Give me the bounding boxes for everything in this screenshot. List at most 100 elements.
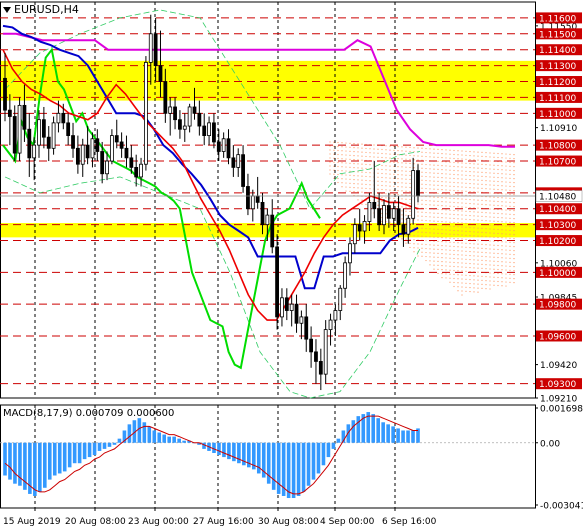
y-tick-label-8: 1.10910	[540, 124, 577, 134]
candle-body	[41, 119, 46, 138]
candle-body	[348, 243, 352, 264]
cloud-dot	[349, 142, 351, 144]
cloud-dot	[513, 254, 515, 256]
cloud-dot	[421, 163, 423, 165]
candle-body	[7, 109, 12, 117]
cloud-dot	[429, 244, 431, 246]
cloud-dot	[433, 152, 435, 154]
cloud-dot	[369, 148, 371, 150]
cloud-dot	[457, 214, 459, 216]
cloud-dot	[505, 249, 507, 251]
cloud-dot	[441, 177, 443, 179]
cloud-dot	[437, 156, 439, 158]
cloud-dot	[417, 235, 419, 237]
cloud-dot	[425, 147, 427, 150]
cloud-dot	[341, 142, 343, 144]
cloud-dot	[501, 201, 503, 203]
cloud-dot	[493, 268, 495, 270]
macd-bar	[326, 442, 331, 458]
cloud-dot	[429, 220, 431, 222]
candle-body	[71, 135, 75, 149]
cloud-dot	[389, 145, 391, 147]
macd-bar	[112, 442, 117, 445]
cloud-dot	[397, 178, 399, 180]
cloud-dot	[501, 261, 503, 263]
macd-y-tick-label-1: 0.00	[540, 439, 560, 449]
candle-body	[318, 361, 323, 375]
cloud-dot	[509, 249, 511, 251]
macd-bar	[396, 428, 400, 443]
cloud-dot	[489, 288, 491, 290]
cloud-dot	[429, 236, 431, 238]
macd-bar	[38, 442, 42, 492]
cloud-dot	[509, 177, 511, 179]
cloud-dot	[425, 223, 427, 226]
cloud-dot	[449, 225, 451, 227]
cloud-dot	[477, 155, 479, 157]
cloud-dot	[457, 266, 459, 268]
cloud-dot	[341, 174, 343, 176]
cloud-dot	[429, 264, 431, 266]
cloud-dot	[501, 209, 503, 211]
candle-body	[221, 138, 226, 152]
cloud-dot	[425, 247, 427, 250]
cloud-dot	[513, 242, 515, 244]
macd-name: MACD(8,17,9)	[3, 408, 73, 419]
cloud-dot	[477, 167, 479, 169]
cloud-dot	[513, 202, 515, 204]
cloud-dot	[461, 190, 463, 192]
cloud-dot	[441, 233, 443, 235]
cloud-dot	[337, 153, 339, 156]
cloud-dot	[457, 202, 459, 204]
cloud-dot	[509, 257, 511, 259]
cloud-dot	[389, 177, 391, 179]
cloud-dot	[461, 182, 463, 184]
cloud-dot	[485, 248, 487, 250]
cloud-dot	[489, 216, 491, 218]
cloud-dot	[429, 256, 431, 258]
cloud-dot	[509, 233, 511, 235]
dropdown-triangle-icon[interactable]	[3, 7, 11, 13]
cloud-dot	[437, 248, 439, 250]
cloud-dot	[425, 227, 427, 230]
cloud-dot	[377, 156, 379, 158]
cloud-dot	[477, 207, 479, 209]
cloud-dot	[501, 173, 503, 175]
cloud-dot	[453, 177, 455, 180]
candle	[212, 113, 216, 149]
candle-body	[255, 195, 260, 203]
cloud-dot	[401, 174, 403, 176]
cloud-dot	[489, 220, 491, 222]
cloud-dot	[397, 166, 399, 168]
macd-bar	[311, 442, 316, 480]
cloud-dot	[469, 226, 471, 229]
cloud-dot	[449, 265, 451, 267]
candle-body	[289, 303, 294, 311]
cloud-dot	[453, 217, 455, 220]
macd-bar	[127, 424, 132, 443]
cloud-dot	[429, 216, 431, 218]
cloud-dot	[365, 167, 367, 170]
candle-body	[357, 224, 362, 232]
cloud-dot	[485, 284, 487, 286]
macd-bar	[92, 442, 97, 456]
candle-body	[197, 112, 202, 127]
cloud-dot	[481, 275, 483, 278]
candle	[231, 145, 236, 177]
cloud-dot	[445, 205, 447, 207]
candle-body	[226, 138, 231, 159]
cloud-dot	[393, 193, 395, 195]
cloud-dot	[345, 166, 347, 168]
cloud-dot	[501, 281, 503, 283]
candle-body	[187, 106, 192, 127]
cloud-dot	[509, 185, 511, 187]
cloud-dot	[481, 167, 483, 170]
eurusd-h4-chart[interactable]: 1.115501.109101.104801.100601.098451.094…	[0, 0, 583, 532]
cloud-dot	[473, 247, 475, 249]
macd-bar	[271, 442, 276, 490]
cloud-dot	[505, 229, 507, 231]
cloud-dot	[401, 150, 403, 152]
cloud-dot	[509, 221, 511, 223]
cloud-dot	[445, 173, 447, 175]
cloud-dot	[461, 286, 463, 288]
